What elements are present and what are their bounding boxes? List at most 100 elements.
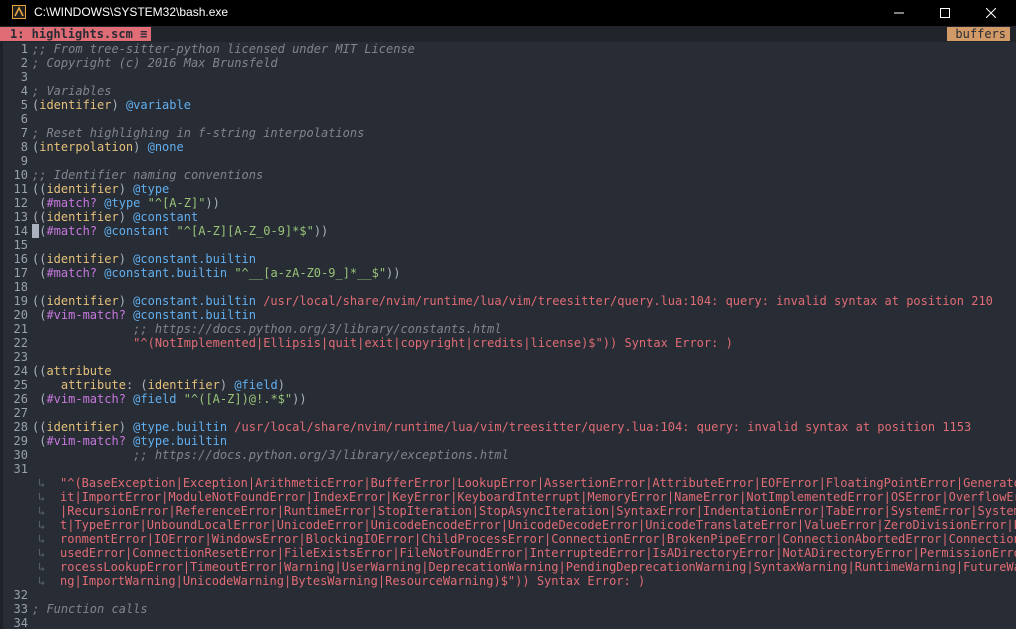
line-text: (#vim-match? @field "^([A-Z])@!.*$")) xyxy=(32,392,307,406)
code-token: @constant xyxy=(133,210,199,224)
line-number: 7 xyxy=(20,126,28,140)
line-number: 4 xyxy=(20,84,28,98)
code-token: )) xyxy=(386,266,401,280)
line-number: 34 xyxy=(13,616,28,629)
code-token: ; Copyright (c) 2016 Max Brunsfeld xyxy=(32,56,278,70)
code-token: identifier xyxy=(39,98,112,112)
line-number: 17 xyxy=(13,266,28,280)
code-token: )) xyxy=(292,392,307,406)
code-token: (( xyxy=(32,210,47,224)
code-token: identifier xyxy=(46,252,119,266)
close-icon xyxy=(986,8,996,18)
line-text: ((identifier) @type.builtin /usr/local/s… xyxy=(32,420,971,434)
code-token: "^[A-Z][A-Z_0-9]*$" xyxy=(176,224,314,238)
wrapped-line-text: ronmentError|IOError|WindowsError|Blocki… xyxy=(60,532,1016,546)
wrapped-line-text: it|ImportError|ModuleNotFoundError|Index… xyxy=(60,490,1016,504)
line-text: ; Reset highlighing in f-string interpol… xyxy=(32,126,364,140)
code-token: ( xyxy=(32,196,47,210)
line-number: 23 xyxy=(13,350,28,364)
line-number: 16 xyxy=(13,252,28,266)
line-number: 19 xyxy=(13,294,28,308)
line-text: (identifier) @variable xyxy=(32,98,191,112)
line-text: ; Copyright (c) 2016 Max Brunsfeld xyxy=(32,56,278,70)
code-token: @constant.builtin xyxy=(133,308,256,322)
line-number: 9 xyxy=(20,154,28,168)
tab-menu-icon: ≡ xyxy=(140,27,148,41)
line-number: 25 xyxy=(13,378,28,392)
code-token: ( xyxy=(32,434,47,448)
code-token: #vim-match? xyxy=(46,308,126,322)
line-number: 21 xyxy=(13,322,28,336)
code-token: @constant.builtin xyxy=(133,252,256,266)
line-number: 8 xyxy=(20,140,28,154)
wrapped-line-text: ng|ImportWarning|UnicodeWarning|BytesWar… xyxy=(60,574,646,588)
code-token: @field xyxy=(234,378,278,392)
code-token: )) xyxy=(205,196,220,210)
code-token: #match? xyxy=(46,224,98,238)
code-token: identifier xyxy=(46,294,119,308)
editor-pane[interactable]: 1 ;; From tree-sitter-python licensed und… xyxy=(0,42,1016,629)
line-number: 20 xyxy=(13,308,28,322)
line-number: 29 xyxy=(13,434,28,448)
code-token: #match? xyxy=(46,266,98,280)
code-token: @type.builtin xyxy=(133,420,228,434)
line-number: 12 xyxy=(13,196,28,210)
line-text: ;; Identifier naming conventions xyxy=(32,168,263,182)
wrap-arrow-icon: ↳ xyxy=(38,476,46,490)
line-number: 33 xyxy=(13,602,28,616)
close-button[interactable] xyxy=(968,0,1014,26)
line-text: ((identifier) @type xyxy=(32,182,169,196)
line-number: 6 xyxy=(20,112,28,126)
code-token: ) xyxy=(133,140,148,154)
line-text: attribute: (identifier) @field) xyxy=(32,378,285,392)
maximize-button[interactable] xyxy=(922,0,968,26)
code-token: ) xyxy=(118,210,134,224)
code-token: ;; From tree-sitter-python licensed unde… xyxy=(32,42,415,56)
line-text: (#match? @constant "^[A-Z][A-Z_0-9]*$")) xyxy=(32,224,328,238)
code-token: identifier xyxy=(46,420,119,434)
line-text: (#vim-match? @type.builtin xyxy=(32,434,227,448)
code-token: ) xyxy=(118,420,134,434)
code-token: "^([A-Z])@!.*$" xyxy=(183,392,293,406)
code-token: @constant xyxy=(104,224,170,238)
minimize-button[interactable] xyxy=(876,0,922,26)
terminal-app-icon xyxy=(12,5,26,19)
code-token: @type.builtin xyxy=(133,434,228,448)
tab-label: 1: highlights.scm xyxy=(10,27,133,41)
code-token: )) Syntax Error: ) xyxy=(602,336,733,350)
code-token: ) xyxy=(277,378,285,392)
code-token: ) xyxy=(118,294,134,308)
line-number: 5 xyxy=(20,98,28,112)
tab-highlights-scm[interactable]: 1: highlights.scm ≡ xyxy=(4,27,152,41)
line-text: ((identifier) @constant.builtin xyxy=(32,252,256,266)
code-token: ) xyxy=(219,378,235,392)
window-title-bar[interactable]: C:\WINDOWS\SYSTEM32\bash.exe xyxy=(0,0,1016,26)
line-text: ; Variables xyxy=(32,84,111,98)
code-token: ; Variables xyxy=(32,84,112,98)
code-token: ( xyxy=(32,266,47,280)
code-token: ) xyxy=(111,98,126,112)
code-token: identifier xyxy=(46,210,119,224)
line-text: (#vim-match? @constant.builtin xyxy=(32,308,256,322)
line-text: ;; https://docs.python.org/3/library/exc… xyxy=(32,448,509,462)
code-token: #match? xyxy=(46,196,98,210)
line-number: 15 xyxy=(13,238,28,252)
code-token: @field xyxy=(133,392,177,406)
line-number: 24 xyxy=(13,364,28,378)
code-token: #vim-match? xyxy=(46,392,126,406)
code-token: (( xyxy=(32,252,47,266)
wrapped-line-text: "^(BaseException|Exception|ArithmeticErr… xyxy=(60,476,1016,490)
line-text: ((attribute xyxy=(32,364,111,378)
buffers-label[interactable]: buffers xyxy=(947,27,1010,41)
line-number: 18 xyxy=(13,280,28,294)
code-token: ( xyxy=(32,308,47,322)
tabline: 1: highlights.scm ≡ buffers xyxy=(0,26,1016,42)
wrap-arrow-icon: ↳ xyxy=(38,518,46,532)
line-text: ; Function calls xyxy=(32,602,148,616)
line-number: 31 xyxy=(13,462,28,476)
code-token: ( xyxy=(32,392,47,406)
